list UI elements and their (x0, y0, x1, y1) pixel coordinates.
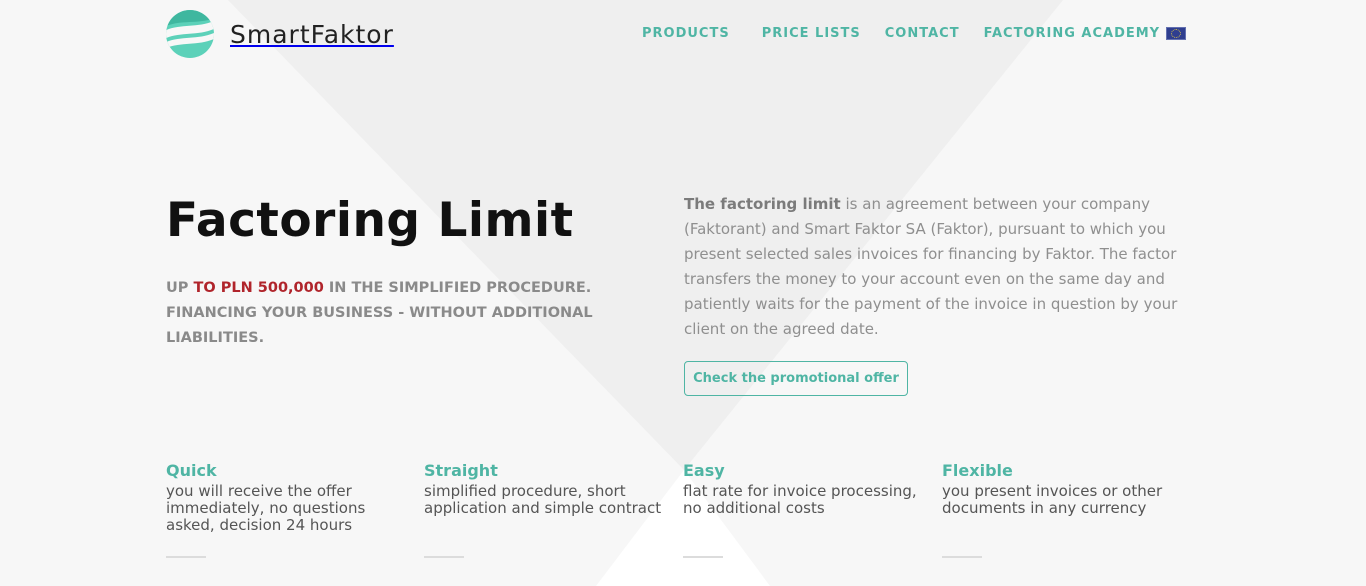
hero-subtitle-prefix: UP (166, 280, 194, 296)
feature-divider (424, 556, 464, 558)
feature-flexible: Flexible you present invoices or other d… (942, 459, 1192, 558)
feature-straight: Straight simplified procedure, short app… (424, 459, 674, 558)
eu-flag-icon[interactable] (1166, 27, 1186, 40)
site-header: SmartFaktor PRODUCTS PRICE LISTS CONTACT… (0, 0, 1366, 70)
nav-products[interactable]: PRODUCTS (642, 26, 730, 41)
page: SmartFaktor PRODUCTS PRICE LISTS CONTACT… (0, 0, 1366, 586)
feature-text: you present invoices or other documents … (942, 482, 1163, 517)
feature-divider (166, 556, 206, 558)
main-nav: PRODUCTS PRICE LISTS CONTACT FACTORING A… (642, 26, 1184, 41)
feature-title: Straight (424, 461, 498, 480)
nav-factoring-academy[interactable]: FACTORING ACADEMY (984, 26, 1161, 41)
hero-description-bold: The factoring limit (684, 195, 841, 213)
feature-text: flat rate for invoice processing, no add… (683, 482, 917, 517)
brand-logo[interactable]: SmartFaktor (166, 10, 394, 58)
features-row: Quick you will receive the offer immedia… (166, 459, 1201, 579)
feature-title: Quick (166, 461, 217, 480)
brand-name: SmartFaktor (230, 19, 394, 49)
feature-title: Easy (683, 461, 725, 480)
feature-title: Flexible (942, 461, 1013, 480)
nav-price-lists[interactable]: PRICE LISTS (762, 26, 861, 41)
page-title: Factoring Limit (166, 193, 574, 248)
hero-description: The factoring limit is an agreement betw… (684, 192, 1199, 342)
feature-easy: Easy flat rate for invoice processing, n… (683, 459, 933, 558)
feature-divider (942, 556, 982, 558)
feature-text: simplified procedure, short application … (424, 482, 662, 517)
feature-quick: Quick you will receive the offer immedia… (166, 459, 416, 558)
feature-divider (683, 556, 723, 558)
promotional-offer-button[interactable]: Check the promotional offer (684, 361, 908, 396)
feature-text: you will receive the offer immediately, … (166, 482, 366, 534)
hero-subtitle: UP TO PLN 500,000 IN THE SIMPLIFIED PROC… (166, 276, 636, 351)
hero-description-text: is an agreement between your company (Fa… (684, 195, 1178, 338)
hero-subtitle-highlight: TO PLN 500,000 (193, 280, 324, 296)
logo-globe-icon (166, 10, 214, 58)
nav-contact[interactable]: CONTACT (885, 26, 960, 41)
